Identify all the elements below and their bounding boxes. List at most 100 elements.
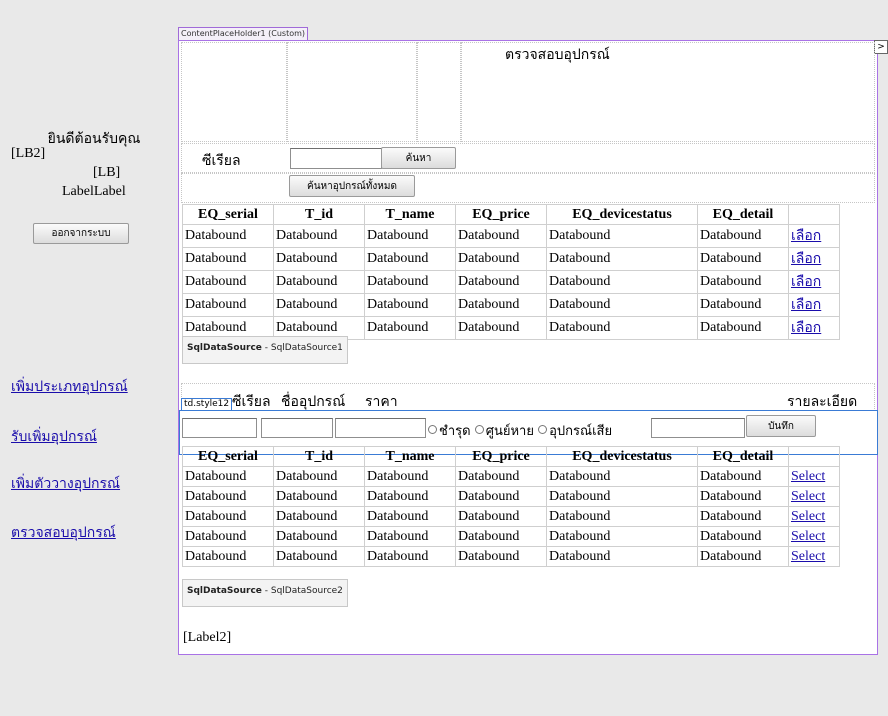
table-cell: Select xyxy=(788,526,840,547)
column-header: T_id xyxy=(273,446,365,467)
table-row: Databound Databound Databound Databound Data… xyxy=(182,247,840,271)
table-row: Databound Databound Databound Databound Data… xyxy=(182,486,840,507)
table-cell: Databound xyxy=(364,526,456,547)
table-cell: Databound xyxy=(364,486,456,507)
table-cell: Databound xyxy=(364,247,456,271)
table-cell: Databound xyxy=(546,466,698,487)
table-cell: Databound xyxy=(273,270,365,294)
table-cell: Databound xyxy=(455,316,547,340)
name-input[interactable] xyxy=(261,418,333,438)
search-all-button[interactable]: ค้นหาอุปกรณ์ทั้งหมด xyxy=(289,175,415,197)
table-cell: Databound xyxy=(455,270,547,294)
detail-input[interactable] xyxy=(651,418,745,438)
column-header xyxy=(788,204,840,225)
equipment-grid-2: EQ_serial T_id T_name EQ_price EQ_devicestat… xyxy=(182,446,840,567)
layout-cell xyxy=(287,42,417,142)
table-row: Databound Databound Databound Databound Data… xyxy=(182,546,840,567)
table-cell: Databound xyxy=(455,486,547,507)
expand-arrow-icon[interactable]: > xyxy=(874,40,888,54)
status-option-lost[interactable]: ศูนย์หาย xyxy=(474,424,534,439)
status-option-label: อุปกรณ์เสีย xyxy=(549,424,613,439)
table-cell: Select xyxy=(788,546,840,567)
table-row: Databound Databound Databound Databound Data… xyxy=(182,466,840,487)
radio-icon xyxy=(428,425,437,434)
lb-label: [LB] xyxy=(93,165,121,180)
sds-name: - SqlDataSource1 xyxy=(261,343,343,353)
table-cell: Databound xyxy=(182,546,274,567)
table-cell: Databound xyxy=(546,270,698,294)
table-cell: Databound xyxy=(546,486,698,507)
select-row-link[interactable]: Select xyxy=(791,469,825,484)
status-option-label: ชำรุด xyxy=(439,424,471,439)
welcome-text: ยินดีต้อนรับคุณ xyxy=(47,131,141,147)
table-cell: Databound xyxy=(546,293,698,317)
table-cell: Databound xyxy=(697,506,789,527)
nav-add-equipment-type[interactable]: เพิ่มประเภทอุปกรณ์ xyxy=(11,376,128,398)
column-header: T_id xyxy=(273,204,365,225)
table-cell: Databound xyxy=(697,466,789,487)
status-radio-group: ชำรุด ศูนย์หาย อุปกรณ์เสีย xyxy=(428,420,612,441)
sql-data-source-2: SqlDataSource - SqlDataSource2 xyxy=(182,579,348,607)
select-row-link[interactable]: Select xyxy=(791,529,825,544)
status-option-broken[interactable]: ชำรุด xyxy=(428,424,471,439)
table-cell: Databound xyxy=(273,526,365,547)
serial-search-input[interactable] xyxy=(290,148,382,169)
select-row-link[interactable]: Select xyxy=(791,509,825,524)
table-cell: Databound xyxy=(546,526,698,547)
table-cell: Databound xyxy=(273,466,365,487)
select-row-link[interactable]: เลือก xyxy=(791,252,821,267)
table-cell: Databound xyxy=(364,546,456,567)
table-cell: Databound xyxy=(546,546,698,567)
page-title: ตรวจสอบอุปกรณ์ xyxy=(505,47,610,63)
table-cell: Databound xyxy=(182,224,274,248)
layout-cell xyxy=(181,42,287,142)
table-cell: Databound xyxy=(364,506,456,527)
table-cell: Databound xyxy=(455,526,547,547)
table-row: Databound Databound Databound Databound Data… xyxy=(182,506,840,527)
table-cell: Databound xyxy=(182,466,274,487)
select-row-link[interactable]: Select xyxy=(791,549,825,564)
select-row-link[interactable]: เลือก xyxy=(791,229,821,244)
table-cell: Databound xyxy=(697,486,789,507)
status-option-label: ศูนย์หาย xyxy=(485,424,534,439)
table-cell: Databound xyxy=(364,466,456,487)
table-cell: Databound xyxy=(364,293,456,317)
table-cell: Databound xyxy=(364,270,456,294)
sql-data-source-1: SqlDataSource - SqlDataSource1 xyxy=(182,336,348,364)
table-cell: Databound xyxy=(697,546,789,567)
serial-input[interactable] xyxy=(182,418,257,438)
table-cell: Databound xyxy=(697,316,789,340)
table-cell: Databound xyxy=(697,224,789,248)
select-row-link[interactable]: เลือก xyxy=(791,321,821,336)
table-cell: Databound xyxy=(455,506,547,527)
table-row: Databound Databound Databound Databound Data… xyxy=(182,293,840,317)
table-cell: Databound xyxy=(697,270,789,294)
table-cell: Databound xyxy=(546,506,698,527)
status-option-damaged[interactable]: อุปกรณ์เสีย xyxy=(538,424,612,439)
select-row-link[interactable]: Select xyxy=(791,489,825,504)
table-cell: Databound xyxy=(182,293,274,317)
label2: [Label2] xyxy=(183,630,232,645)
table-cell: Databound xyxy=(273,486,365,507)
nav-add-equipment-holder[interactable]: เพิ่มตัววางอุปกรณ์ xyxy=(11,473,120,495)
table-cell: Databound xyxy=(273,506,365,527)
table-cell: Databound xyxy=(455,546,547,567)
select-row-link[interactable]: เลือก xyxy=(791,275,821,290)
logout-button[interactable]: ออกจากระบบ xyxy=(33,223,129,244)
save-button[interactable]: บันทึก xyxy=(746,415,816,437)
column-header: T_name xyxy=(364,446,456,467)
table-cell: เลือก xyxy=(788,247,840,271)
table-cell: Databound xyxy=(273,546,365,567)
search-button[interactable]: ค้นหา xyxy=(381,147,456,169)
select-row-link[interactable]: เลือก xyxy=(791,298,821,313)
table-cell: Select xyxy=(788,506,840,527)
table-cell: Databound xyxy=(364,224,456,248)
content-placeholder-tag: ContentPlaceHolder1 (Custom) xyxy=(178,27,309,41)
table-cell: Databound xyxy=(455,224,547,248)
table-cell: Databound xyxy=(455,247,547,271)
nav-check-equipment[interactable]: ตรวจสอบอุปกรณ์ xyxy=(11,522,116,544)
nav-receive-equipment[interactable]: รับเพิ่มอุปกรณ์ xyxy=(11,426,97,448)
label-label: LabelLabel xyxy=(62,184,126,199)
table-cell: Databound xyxy=(182,486,274,507)
price-input[interactable] xyxy=(335,418,426,438)
